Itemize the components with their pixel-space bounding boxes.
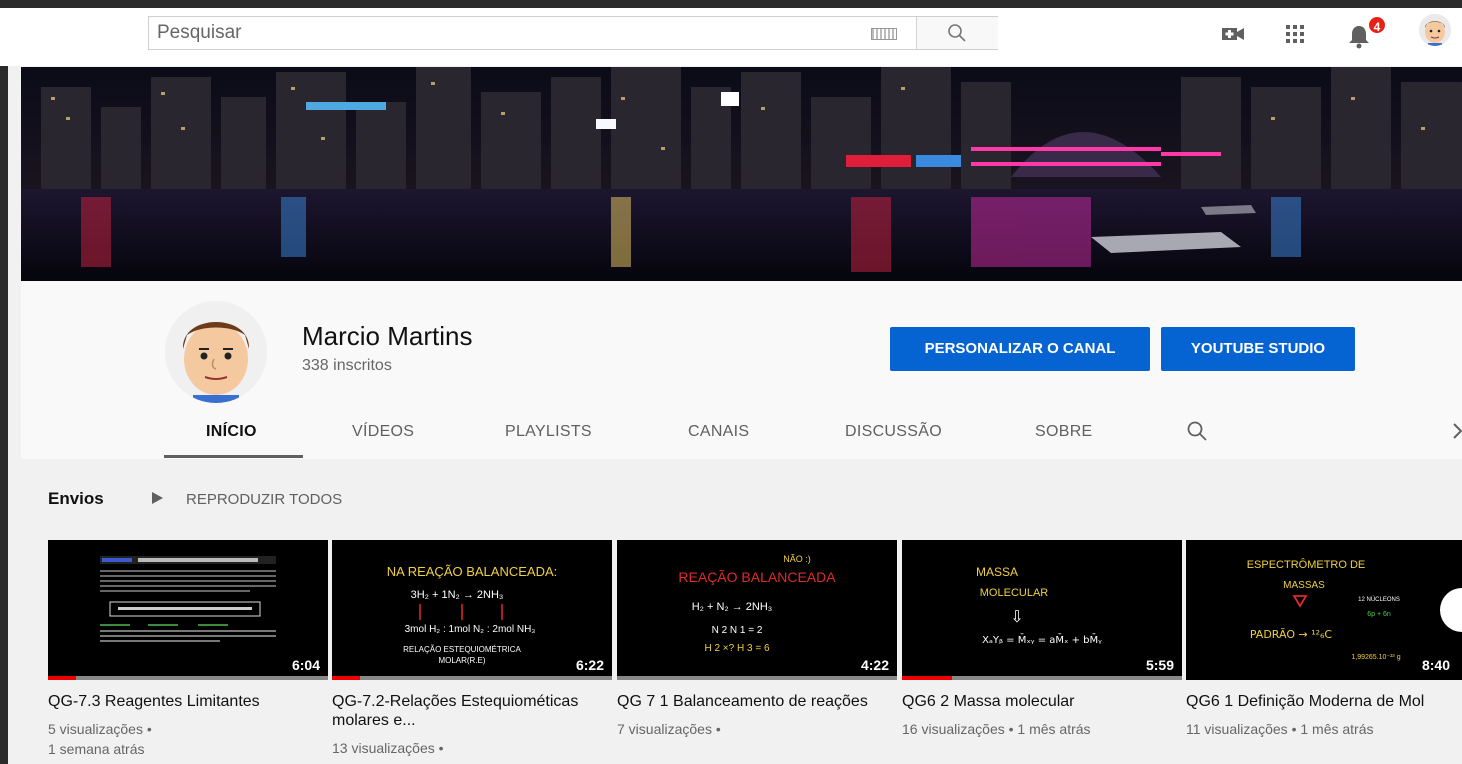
watch-progress-bar [617,676,897,680]
video-card[interactable]: ESPECTRÔMETRO DE MASSAS 12 NÚCLEONS 6p +… [1186,540,1462,739]
video-thumbnail[interactable]: MASSA MOLECULAR ⇩ XₐYᵦ = M̄ₓᵧ = aM̄ₓ + b… [902,540,1182,680]
keyboard-icon[interactable] [871,28,897,40]
thumb-text: N 2 N 1 = 2 [712,625,763,636]
face-icon [165,301,267,403]
tab-videos[interactable]: VÍDEOS [352,423,414,441]
window-frame-top [0,0,1462,8]
subscriber-count: 338 inscritos [302,357,392,374]
play-all-button[interactable]: REPRODUZIR TODOS [186,491,342,508]
video-title[interactable]: QG-7.3 Reagentes Limitantes [48,692,328,711]
customize-channel-button[interactable]: PERSONALIZAR O CANAL [890,327,1150,371]
thumb-text: REAÇÃO BALANCEADA [678,569,836,585]
thumb-text: XₐYᵦ = M̄ₓᵧ = aM̄ₓ + bM̄ᵧ [982,633,1102,646]
video-card[interactable]: NA REAÇÃO BALANCEADA: 3H₂ + 1N₂ → 2NH₃ 3… [332,540,612,758]
face-icon [1419,14,1451,46]
video-card[interactable]: NÃO :) REAÇÃO BALANCEADA H₂ + N₂ → 2NH₃ … [617,540,897,739]
play-icon[interactable] [152,492,163,504]
video-age: 1 semana atrás [48,741,145,757]
channel-name: Marcio Martins [302,321,473,351]
thumb-text: RELAÇÃO ESTEQUIOMÉTRICA [403,645,521,654]
window-frame-left [0,0,8,764]
thumb-text: 6p + 6n [1367,611,1391,618]
video-thumbnail[interactable]: ESPECTRÔMETRO DE MASSAS 12 NÚCLEONS 6p +… [1186,540,1462,680]
video-duration: 6:22 [571,656,608,674]
document-slide-thumbnail-image [48,540,328,680]
video-thumbnail[interactable]: NA REAÇÃO BALANCEADA: 3H₂ + 1N₂ → 2NH₃ 3… [332,540,612,680]
tab-discussao[interactable]: DISCUSSÃO [845,423,942,441]
watch-progress-bar [332,676,612,680]
thumb-text: MASSA [976,565,1018,579]
watch-progress-bar [902,676,1182,680]
thumb-text: 3mol H₂ : 1mol N₂ : 2mol NH₃ [405,624,536,635]
video-duration: 6:04 [287,656,324,674]
video-duration: 5:59 [1141,656,1178,674]
video-duration: 8:40 [1417,656,1454,674]
video-duration: 4:22 [856,656,893,674]
video-card[interactable]: MASSA MOLECULAR ⇩ XₐYᵦ = M̄ₓᵧ = aM̄ₓ + b… [902,540,1182,739]
apps-grid-icon[interactable] [1281,20,1309,48]
thumb-text: MOLAR(R.E) [438,656,485,665]
chalkboard-thumbnail-image: MASSA MOLECULAR ⇩ XₐYᵦ = M̄ₓᵧ = aM̄ₓ + b… [902,540,1182,680]
active-tab-indicator [164,455,303,458]
search-box [148,16,998,50]
video-views: 11 visualizações • 1 mês atrás [1186,721,1374,737]
thumb-text: 1,99265.10⁻²³ g [1351,654,1400,661]
video-thumbnail[interactable]: 6:04 [48,540,328,680]
video-title[interactable]: QG 7 1 Balanceamento de reações [617,692,897,711]
search-button[interactable] [916,17,998,49]
thumb-text: NA REAÇÃO BALANCEADA: [387,564,558,579]
tab-inicio[interactable]: INÍCIO [206,423,257,441]
thumb-text: H 2 ×? H 3 = 6 [704,643,769,654]
watch-progress-bar [48,676,328,680]
thumb-text: 12 NÚCLEONS [1358,596,1400,603]
channel-search-icon[interactable] [1186,420,1208,442]
thumb-text: MOLECULAR [980,587,1049,599]
notification-count-badge: 4 [1367,15,1387,35]
chalkboard-thumbnail-image: NÃO :) REAÇÃO BALANCEADA H₂ + N₂ → 2NH₃ … [617,540,897,680]
video-views: 7 visualizações • [617,721,721,737]
youtube-studio-button[interactable]: YOUTUBE STUDIO [1161,327,1355,371]
create-video-icon[interactable] [1219,20,1247,48]
video-title[interactable]: QG6 1 Definição Moderna de Mol [1186,692,1462,711]
tab-sobre[interactable]: SOBRE [1035,423,1093,441]
account-avatar[interactable] [1419,14,1451,46]
video-card[interactable]: 6:04 QG-7.3 Reagentes Limitantes 5 visua… [48,540,328,759]
tab-canais[interactable]: CANAIS [688,423,749,441]
channel-avatar[interactable] [165,301,267,403]
chalkboard-thumbnail-image: NA REAÇÃO BALANCEADA: 3H₂ + 1N₂ → 2NH₃ 3… [332,540,612,680]
thumb-text: PADRÃO → ¹²₆C [1250,628,1333,641]
uploads-section-title: Envios [48,489,104,508]
thumb-text: H₂ + N₂ → 2NH₃ [692,601,773,613]
video-views: 13 visualizações • [332,740,444,756]
city-skyline-banner-image [21,67,1462,281]
thumb-text: ⇩ [1010,607,1023,626]
chevron-right-icon[interactable] [1452,422,1462,440]
search-input[interactable] [149,17,925,49]
video-title[interactable]: QG-7.2-Relações Estequiométicas molares … [332,692,612,730]
video-thumbnail[interactable]: NÃO :) REAÇÃO BALANCEADA H₂ + N₂ → 2NH₃ … [617,540,897,680]
video-title[interactable]: QG6 2 Massa molecular [902,692,1182,711]
thumb-text: ESPECTRÔMETRO DE [1247,558,1366,571]
video-views: 16 visualizações • 1 mês atrás [902,721,1091,737]
tab-playlists[interactable]: PLAYLISTS [505,423,592,441]
thumb-text: NÃO :) [783,554,811,564]
video-views: 5 visualizações • [48,721,152,737]
channel-banner [21,67,1462,281]
thumb-text: MASSAS [1283,580,1325,591]
search-icon [948,24,966,42]
thumb-text: 3H₂ + 1N₂ → 2NH₃ [411,589,504,601]
